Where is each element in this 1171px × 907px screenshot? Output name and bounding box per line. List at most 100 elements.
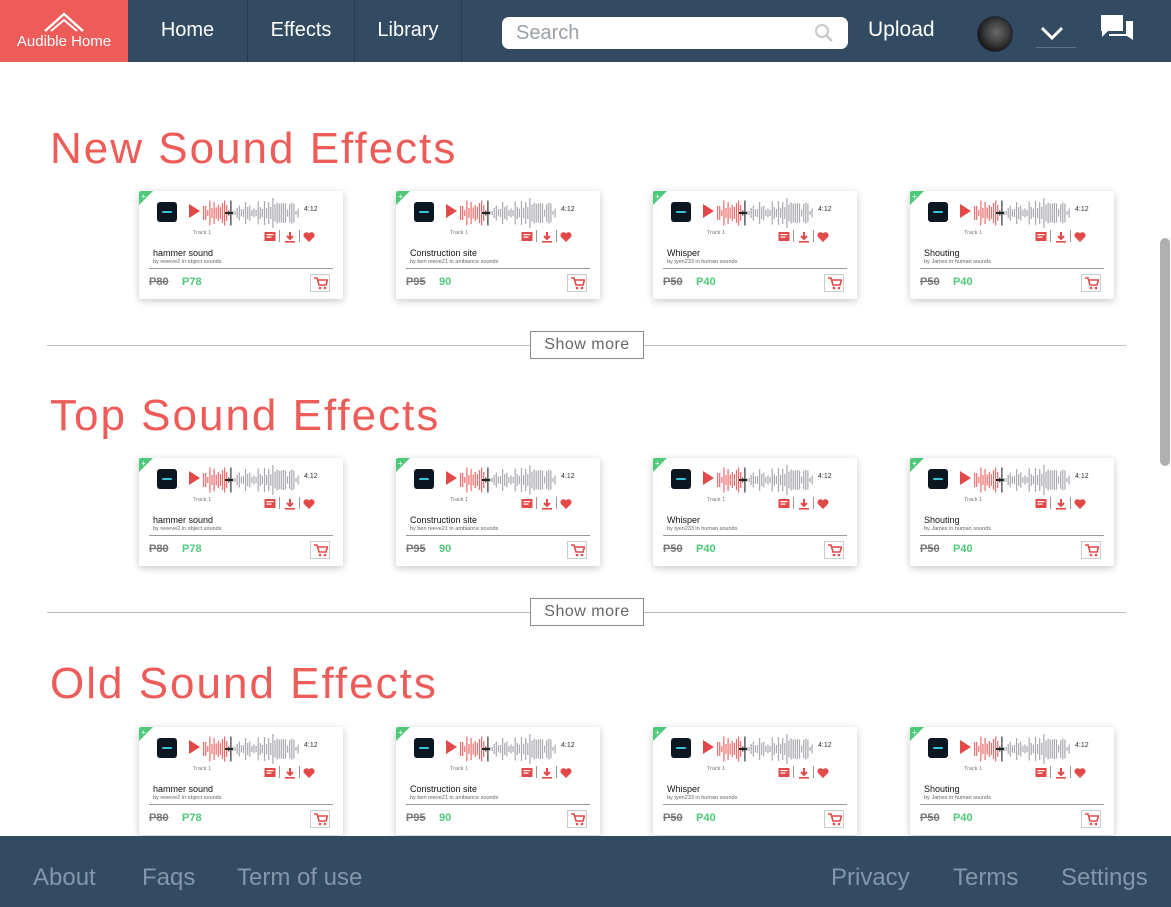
footer-about[interactable]: About xyxy=(33,864,96,892)
playlist-add-icon[interactable] xyxy=(778,766,790,778)
playlist-add-icon[interactable] xyxy=(521,497,533,509)
footer-terms-of-use[interactable]: Term of use xyxy=(237,864,362,892)
playlist-add-icon[interactable] xyxy=(1035,497,1047,509)
add-to-cart-button[interactable] xyxy=(824,541,844,559)
heart-icon[interactable] xyxy=(817,230,829,242)
heart-icon[interactable] xyxy=(1074,766,1086,778)
scrollbar-thumb[interactable] xyxy=(1160,238,1170,466)
add-to-cart-button[interactable] xyxy=(567,274,587,292)
play-icon[interactable] xyxy=(446,204,457,218)
sound-card[interactable]: + 4:12 Track 1 Shouting by James in huma… xyxy=(910,458,1114,566)
search-icon[interactable] xyxy=(814,23,834,43)
play-icon[interactable] xyxy=(189,471,200,485)
play-icon[interactable] xyxy=(960,740,971,754)
play-icon[interactable] xyxy=(189,740,200,754)
add-to-cart-button[interactable] xyxy=(310,810,330,828)
waveform[interactable] xyxy=(203,733,301,765)
sound-card[interactable]: + 4:12 Track 1 Whisper by tyen233 in hum… xyxy=(653,458,857,566)
playlist-add-icon[interactable] xyxy=(521,230,533,242)
sound-card[interactable]: + 4:12 Track 1 Construction site by ben … xyxy=(396,458,600,566)
add-to-cart-button[interactable] xyxy=(310,541,330,559)
sound-card[interactable]: + 4:12 Track 1 hammer sound by reeeve2 i… xyxy=(139,191,343,299)
play-icon[interactable] xyxy=(960,471,971,485)
heart-icon[interactable] xyxy=(560,230,572,242)
add-to-cart-button[interactable] xyxy=(824,810,844,828)
download-icon[interactable] xyxy=(541,766,553,779)
sound-card[interactable]: + 4:12 Track 1 hammer sound by reeeve2 i… xyxy=(139,727,343,835)
waveform[interactable] xyxy=(460,464,558,496)
upload-button[interactable]: Upload xyxy=(868,18,935,42)
waveform[interactable] xyxy=(717,464,815,496)
heart-icon[interactable] xyxy=(560,766,572,778)
add-to-cart-button[interactable] xyxy=(824,274,844,292)
playlist-add-icon[interactable] xyxy=(264,497,276,509)
brand-logo[interactable]: Audible Home xyxy=(0,0,128,62)
playlist-add-icon[interactable] xyxy=(1035,230,1047,242)
download-icon[interactable] xyxy=(284,766,296,779)
playlist-add-icon[interactable] xyxy=(264,766,276,778)
heart-icon[interactable] xyxy=(303,230,315,242)
add-to-cart-button[interactable] xyxy=(1081,810,1101,828)
playlist-add-icon[interactable] xyxy=(778,230,790,242)
search-input[interactable]: Search xyxy=(502,17,848,49)
sound-card[interactable]: + 4:12 Track 1 Construction site by ben … xyxy=(396,191,600,299)
download-icon[interactable] xyxy=(1055,766,1067,779)
show-more-button[interactable]: Show more xyxy=(530,598,644,626)
waveform[interactable] xyxy=(460,197,558,229)
waveform[interactable] xyxy=(974,197,1072,229)
footer-settings[interactable]: Settings xyxy=(1061,864,1148,892)
add-to-cart-button[interactable] xyxy=(1081,541,1101,559)
waveform[interactable] xyxy=(717,733,815,765)
avatar[interactable] xyxy=(977,16,1013,52)
nav-effects[interactable]: Effects xyxy=(248,0,355,62)
heart-icon[interactable] xyxy=(303,497,315,509)
download-icon[interactable] xyxy=(798,230,810,243)
nav-library[interactable]: Library xyxy=(355,0,462,62)
download-icon[interactable] xyxy=(798,497,810,510)
footer-terms[interactable]: Terms xyxy=(953,864,1018,892)
download-icon[interactable] xyxy=(1055,230,1067,243)
sound-card[interactable]: + 4:12 Track 1 Whisper by tyen233 in hum… xyxy=(653,191,857,299)
add-to-cart-button[interactable] xyxy=(1081,274,1101,292)
nav-home[interactable]: Home xyxy=(128,0,248,62)
heart-icon[interactable] xyxy=(1074,230,1086,242)
download-icon[interactable] xyxy=(541,230,553,243)
waveform[interactable] xyxy=(460,733,558,765)
show-more-button[interactable]: Show more xyxy=(530,331,644,359)
sound-card[interactable]: + 4:12 Track 1 Whisper by tyen233 in hum… xyxy=(653,727,857,835)
add-to-cart-button[interactable] xyxy=(310,274,330,292)
sound-card[interactable]: + 4:12 Track 1 Construction site by ben … xyxy=(396,727,600,835)
play-icon[interactable] xyxy=(703,204,714,218)
sound-card[interactable]: + 4:12 Track 1 Shouting by James in huma… xyxy=(910,727,1114,835)
footer-faqs[interactable]: Faqs xyxy=(142,864,195,892)
heart-icon[interactable] xyxy=(560,497,572,509)
add-to-cart-button[interactable] xyxy=(567,810,587,828)
play-icon[interactable] xyxy=(703,740,714,754)
footer-privacy[interactable]: Privacy xyxy=(831,864,910,892)
playlist-add-icon[interactable] xyxy=(1035,766,1047,778)
download-icon[interactable] xyxy=(284,230,296,243)
heart-icon[interactable] xyxy=(1074,497,1086,509)
heart-icon[interactable] xyxy=(303,766,315,778)
download-icon[interactable] xyxy=(798,766,810,779)
heart-icon[interactable] xyxy=(817,766,829,778)
heart-icon[interactable] xyxy=(817,497,829,509)
waveform[interactable] xyxy=(974,733,1072,765)
waveform[interactable] xyxy=(974,464,1072,496)
sound-card[interactable]: + 4:12 Track 1 Shouting by James in huma… xyxy=(910,191,1114,299)
add-to-cart-button[interactable] xyxy=(567,541,587,559)
waveform[interactable] xyxy=(203,464,301,496)
playlist-add-icon[interactable] xyxy=(778,497,790,509)
download-icon[interactable] xyxy=(541,497,553,510)
sound-card[interactable]: + 4:12 Track 1 hammer sound by reeeve2 i… xyxy=(139,458,343,566)
playlist-add-icon[interactable] xyxy=(521,766,533,778)
messages-button[interactable] xyxy=(1099,12,1135,53)
download-icon[interactable] xyxy=(1055,497,1067,510)
playlist-add-icon[interactable] xyxy=(264,230,276,242)
play-icon[interactable] xyxy=(446,471,457,485)
waveform[interactable] xyxy=(717,197,815,229)
waveform[interactable] xyxy=(203,197,301,229)
play-icon[interactable] xyxy=(703,471,714,485)
account-dropdown[interactable] xyxy=(1036,20,1076,48)
play-icon[interactable] xyxy=(960,204,971,218)
